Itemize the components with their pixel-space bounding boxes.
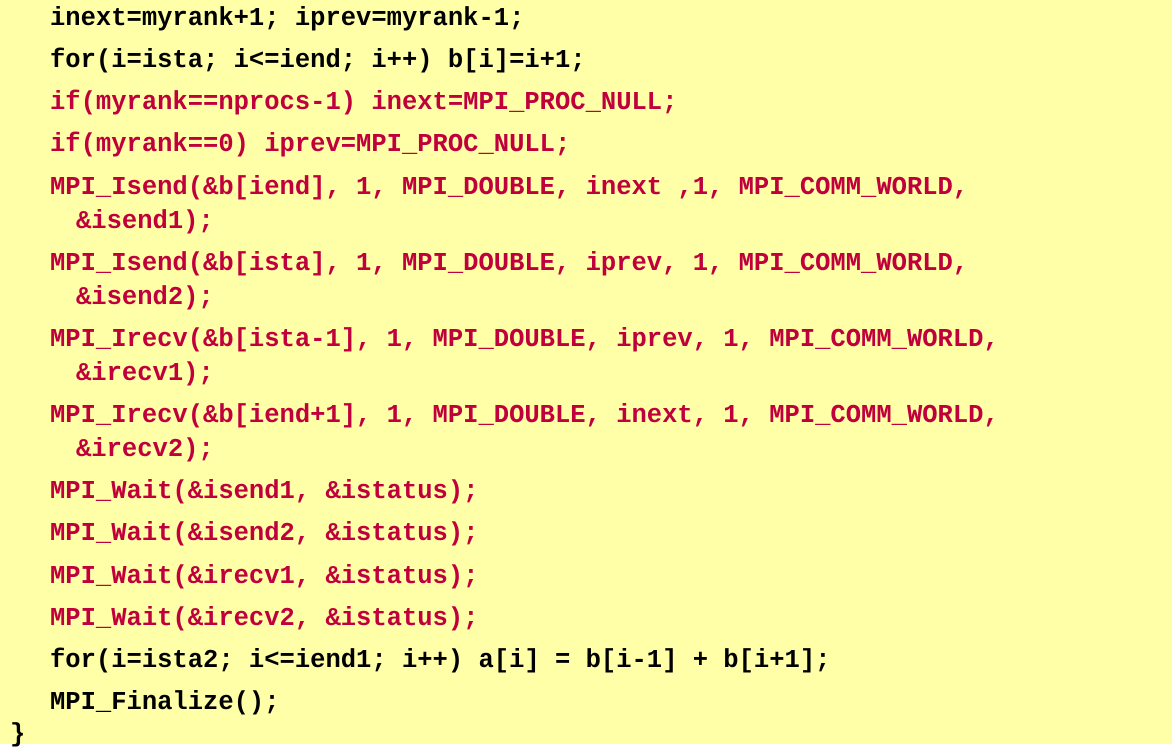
slide-background: inext=myrank+1; iprev=myrank-1; for(i=is… — [0, 0, 1172, 749]
code-line: MPI_Wait(&isend2, &istatus); — [50, 519, 479, 548]
code-line: MPI_Wait(&irecv1, &istatus); — [50, 562, 479, 591]
code-line: MPI_Finalize(); — [50, 688, 280, 717]
code-line: if(myrank==0) iprev=MPI_PROC_NULL; — [50, 130, 571, 159]
code-line: MPI_Wait(&irecv2, &istatus); — [50, 604, 479, 633]
code-line: if(myrank==nprocs-1) inext=MPI_PROC_NULL… — [50, 88, 678, 117]
code-line-continuation: &irecv1); — [76, 359, 214, 388]
code-line-continuation: &isend1); — [76, 207, 214, 236]
code-line: MPI_Isend(&b[ista], 1, MPI_DOUBLE, iprev… — [50, 249, 969, 278]
code-line: MPI_Irecv(&b[iend+1], 1, MPI_DOUBLE, ine… — [50, 401, 999, 430]
closing-brace: } — [10, 720, 26, 749]
code-line-continuation: &irecv2); — [76, 435, 214, 464]
code-line-continuation: &isend2); — [76, 283, 214, 312]
code-block: inext=myrank+1; iprev=myrank-1; for(i=is… — [0, 0, 1172, 749]
code-line: MPI_Wait(&isend1, &istatus); — [50, 477, 479, 506]
code-line: inext=myrank+1; iprev=myrank-1; — [50, 4, 525, 33]
code-line: for(i=ista2; i<=iend1; i++) a[i] = b[i-1… — [50, 646, 831, 675]
code-line: MPI_Isend(&b[iend], 1, MPI_DOUBLE, inext… — [50, 173, 969, 202]
code-line: for(i=ista; i<=iend; i++) b[i]=i+1; — [50, 46, 586, 75]
code-line: MPI_Irecv(&b[ista-1], 1, MPI_DOUBLE, ipr… — [50, 325, 999, 354]
